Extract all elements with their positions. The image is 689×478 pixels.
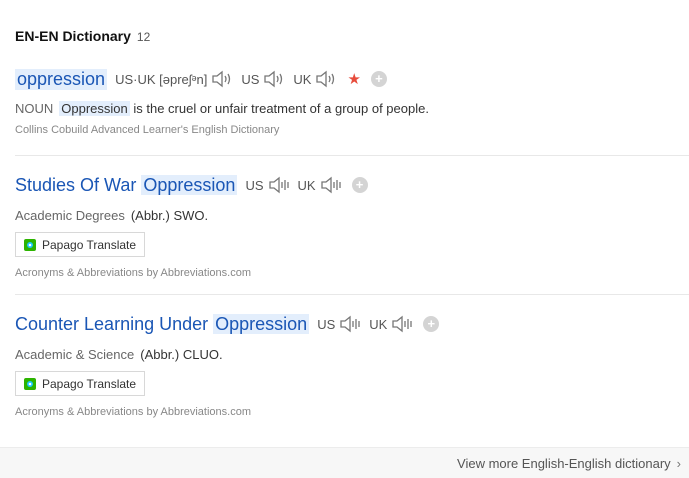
- add-icon[interactable]: +: [423, 316, 440, 332]
- source-label: Acronyms & Abbreviations by Abbreviation…: [15, 267, 252, 279]
- footer-bar: View more English-English dictionary ›: [0, 447, 689, 478]
- speaker-icon[interactable]: [315, 70, 337, 88]
- headword-highlight: Oppression: [213, 313, 310, 334]
- dictionary-title: EN-EN Dictionary: [15, 28, 131, 44]
- entry-oppression: oppression US·UK [əpreʃᵊn] US UK ★ + NOU…: [15, 66, 689, 140]
- definition-text: is the cruel or unfair treatment of a gr…: [129, 100, 429, 116]
- chevron-right-icon: ›: [676, 456, 681, 471]
- abbreviation: (Abbr.) SWO.: [130, 207, 209, 223]
- entry-counter-learning-under-oppression: Counter Learning Under Oppression US UK …: [15, 311, 689, 422]
- dictionary-header: EN-EN Dictionary 12: [15, 28, 150, 44]
- speaker-icon[interactable]: [211, 70, 233, 88]
- result-count: 12: [136, 30, 151, 44]
- papago-label: Papago Translate: [42, 376, 137, 391]
- headword-text: Studies Of War: [15, 174, 142, 195]
- pronunciation-uk: UK: [298, 176, 342, 194]
- pronunciation-uk: UK: [369, 315, 413, 333]
- part-of-speech: NOUN: [15, 100, 54, 116]
- papago-icon: [24, 238, 36, 251]
- speaker-icon[interactable]: [268, 176, 290, 194]
- headword-text: Counter Learning Under: [15, 313, 214, 334]
- add-icon[interactable]: +: [370, 71, 387, 87]
- category-label: Academic Degrees: [15, 207, 125, 223]
- speaker-icon[interactable]: [391, 315, 413, 333]
- divider: [15, 155, 689, 156]
- source-label: Collins Cobuild Advanced Learner's Engli…: [15, 124, 280, 136]
- definition-highlight: Oppression: [59, 100, 130, 116]
- headword-link[interactable]: Studies Of War Oppression: [15, 174, 238, 196]
- papago-label: Papago Translate: [42, 237, 137, 252]
- source-label: Acronyms & Abbreviations by Abbreviation…: [15, 406, 252, 418]
- abbreviation: (Abbr.) CLUO.: [140, 346, 223, 362]
- papago-translate-button[interactable]: Papago Translate: [15, 371, 145, 396]
- pronunciation-us: US: [241, 70, 285, 88]
- pronunciation-us: US: [317, 315, 361, 333]
- pronunciation-us: US: [245, 176, 289, 194]
- divider: [15, 294, 689, 295]
- category-label: Academic & Science: [15, 346, 135, 362]
- view-more-label: View more English-English dictionary: [457, 456, 671, 471]
- headword-link[interactable]: oppression: [15, 68, 108, 90]
- view-more-link[interactable]: View more English-English dictionary ›: [457, 456, 681, 471]
- add-icon[interactable]: +: [351, 177, 368, 193]
- headword-link[interactable]: Counter Learning Under Oppression: [15, 313, 310, 335]
- speaker-icon[interactable]: [339, 315, 361, 333]
- papago-icon: [24, 377, 36, 390]
- speaker-icon[interactable]: [263, 70, 285, 88]
- speaker-icon[interactable]: [320, 176, 342, 194]
- papago-translate-button[interactable]: Papago Translate: [15, 232, 145, 257]
- pronunciation-uk: UK: [293, 70, 337, 88]
- star-icon[interactable]: ★: [347, 70, 360, 88]
- pronunciation-us-uk: US·UK [əpreʃᵊn]: [115, 70, 233, 88]
- headword-highlight: Oppression: [141, 174, 238, 195]
- entry-studies-of-war-oppression: Studies Of War Oppression US UK + Academ…: [15, 172, 689, 283]
